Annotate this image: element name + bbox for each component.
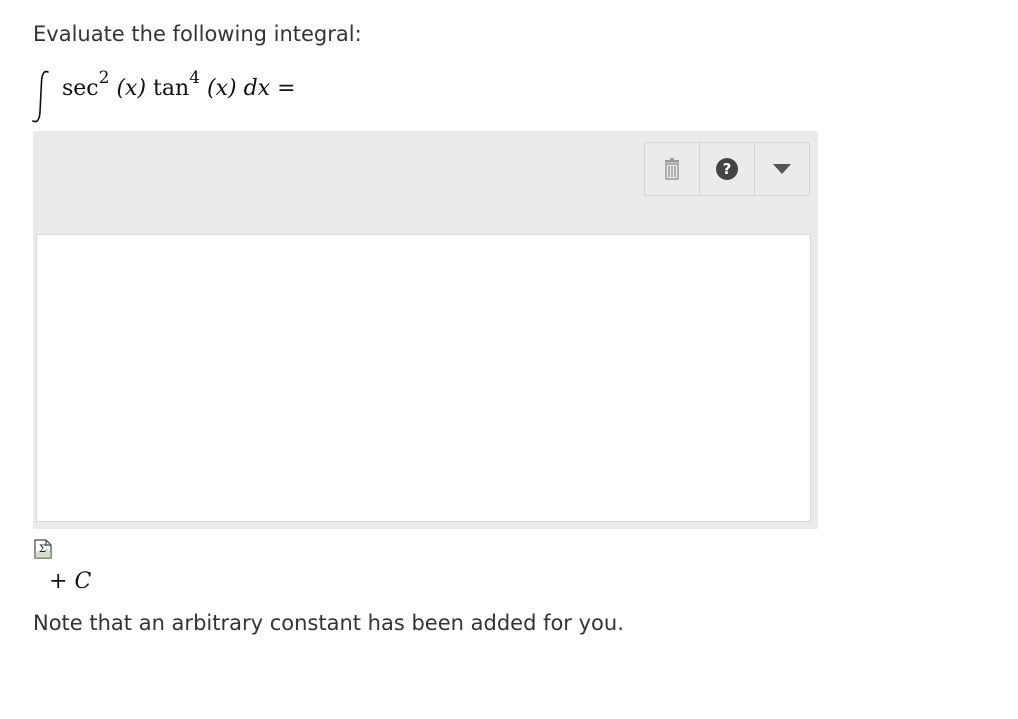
clear-button[interactable] (645, 143, 699, 195)
help-button[interactable]: ? (699, 143, 754, 195)
sec-argument: (x) (116, 76, 147, 101)
differential: dx (243, 76, 271, 101)
dropdown-triangle-icon (773, 164, 791, 174)
trash-icon (665, 158, 679, 180)
answer-editor: ? (33, 131, 818, 529)
plus-sign: + (49, 569, 68, 594)
answer-input[interactable] (36, 234, 811, 522)
integrand: sec2 (x) tan4 (x) dx = (62, 69, 296, 104)
constant-of-integration: + C (49, 569, 91, 594)
tan-exponent: 4 (189, 67, 201, 88)
tan-function: tan (153, 76, 190, 101)
sec-exponent: 2 (98, 67, 110, 88)
constant-symbol: C (74, 569, 92, 594)
integral-sign (32, 70, 49, 123)
help-icon: ? (716, 158, 738, 180)
equals-sign: = (277, 76, 296, 101)
editor-toolbar: ? (644, 142, 810, 196)
sec-function: sec (62, 76, 99, 101)
sigma-equation-icon[interactable]: Σ (34, 537, 52, 559)
menu-dropdown-button[interactable] (754, 143, 809, 195)
tan-argument: (x) (207, 76, 237, 101)
question-prompt: Evaluate the following integral: (33, 22, 362, 46)
svg-text:Σ: Σ (39, 544, 46, 555)
svg-text:?: ? (723, 160, 732, 178)
constant-note: Note that an arbitrary constant has been… (33, 611, 624, 635)
